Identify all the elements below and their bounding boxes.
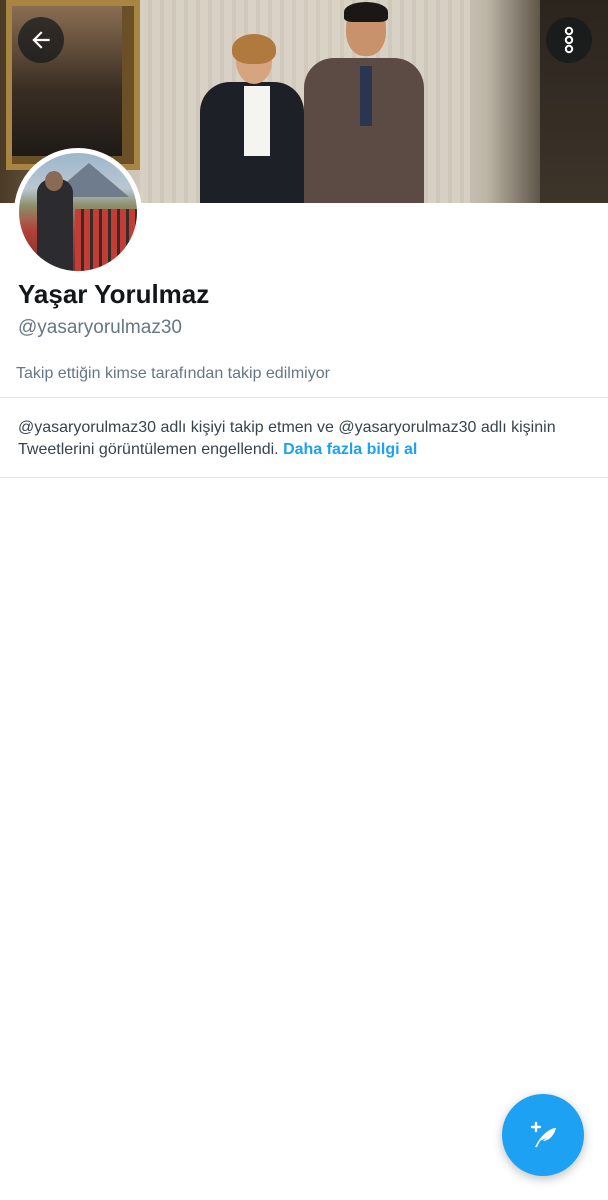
divider [0, 477, 608, 478]
divider [0, 397, 608, 398]
profile-name: Yaşar Yorulmaz [18, 279, 210, 309]
followed-by-info: Takip ettiğin kimse tarafından takip edi… [16, 365, 330, 382]
blocked-notice: @yasaryorulmaz30 adlı kişiyi takip etmen… [18, 417, 593, 461]
learn-more-link[interactable]: Daha fazla bilgi al [283, 441, 417, 458]
profile-handle: @yasaryorulmaz30 [18, 317, 182, 338]
compose-tweet-icon [530, 1121, 556, 1147]
more-vertical-icon [564, 26, 574, 54]
avatar[interactable] [14, 148, 142, 276]
compose-tweet-button[interactable] [502, 1094, 584, 1176]
profile-page: Yaşar Yorulmaz @yasaryorulmaz30 Takip et… [0, 0, 608, 1200]
banner-person-right [304, 2, 424, 203]
back-button[interactable] [18, 17, 64, 63]
banner-person-left [200, 34, 304, 203]
more-options-button[interactable] [546, 17, 592, 63]
arrow-left-icon [32, 31, 50, 49]
